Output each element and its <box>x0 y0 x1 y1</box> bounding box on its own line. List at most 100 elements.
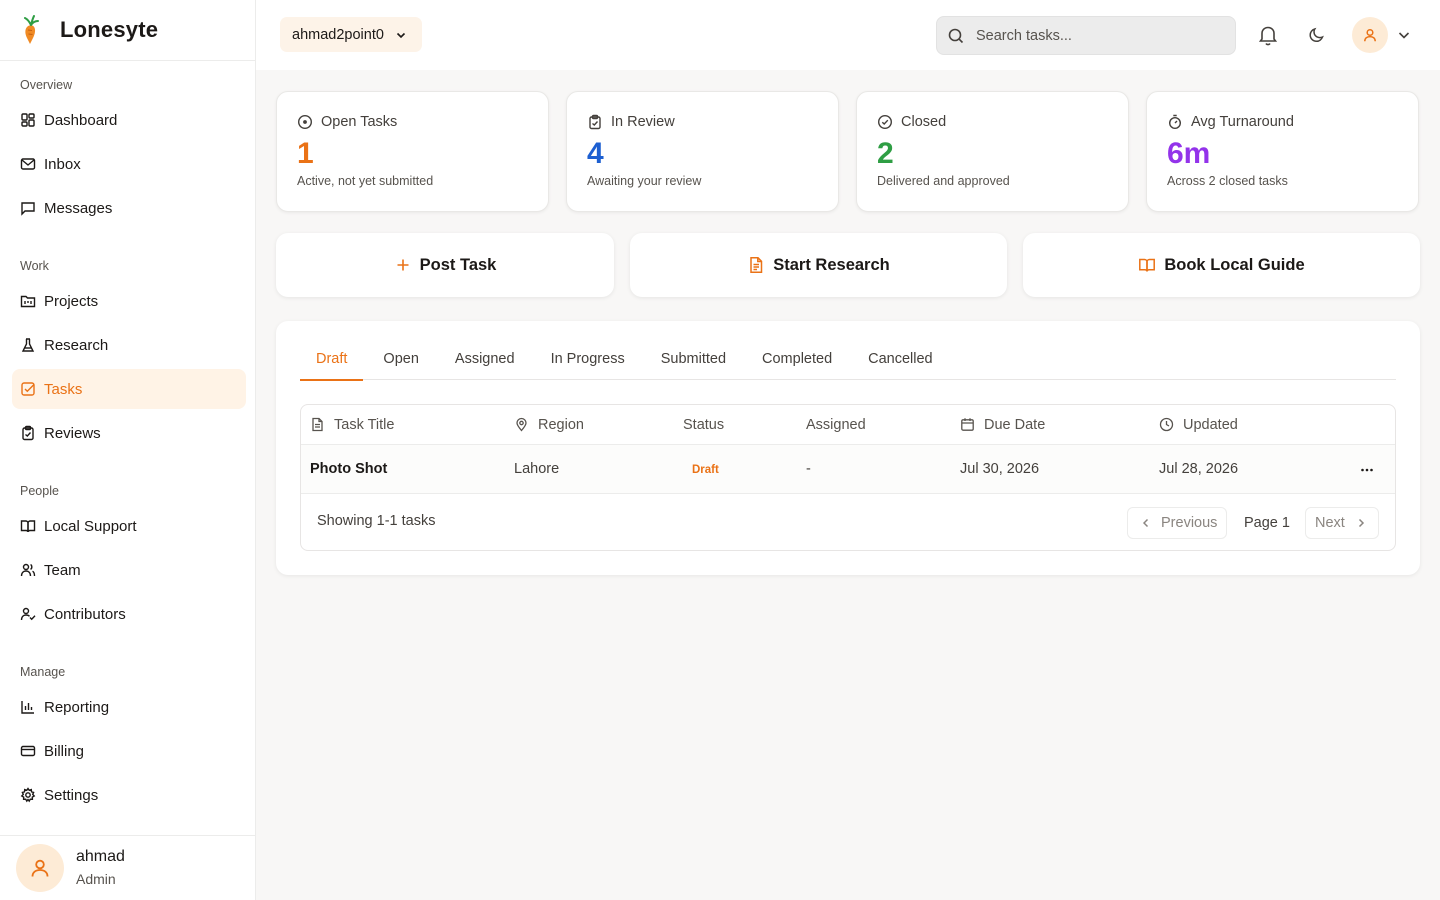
stat-subtext: Awaiting your review <box>587 174 702 188</box>
tab-completed[interactable]: Completed <box>746 337 848 380</box>
stat-card-avg-turnaround[interactable]: Avg Turnaround 6m Across 2 closed tasks <box>1146 91 1419 212</box>
section-title-manage: Manage <box>20 665 66 679</box>
cell-updated: Jul 28, 2026 <box>1159 461 1239 477</box>
sidebar-item-label: Messages <box>44 199 113 217</box>
row-actions-button[interactable] <box>1359 462 1375 478</box>
flask-icon <box>20 337 36 353</box>
sidebar-item-reporting[interactable]: Reporting <box>12 687 246 727</box>
table-row[interactable]: Photo Shot Lahore Draft - Jul 30, 2026 J… <box>301 445 1395 494</box>
sidebar-item-dashboard[interactable]: Dashboard <box>12 100 246 140</box>
sidebar-item-label: Reviews <box>44 424 101 442</box>
sidebar-item-local-support[interactable]: Local Support <box>12 506 246 546</box>
sidebar-item-label: Billing <box>44 742 85 760</box>
sidebar-item-label: Research <box>44 336 109 354</box>
workspace-switcher[interactable]: ahmad2point0 <box>280 17 422 52</box>
brand-name: Lonesyte <box>60 17 159 42</box>
sidebar-user-profile[interactable]: ahmad Admin <box>0 835 255 900</box>
sidebar-item-label: Settings <box>44 786 99 804</box>
clipboard-icon <box>587 114 603 130</box>
stat-card-closed[interactable]: Closed 2 Delivered and approved <box>856 91 1129 212</box>
section-title-work: Work <box>20 259 49 273</box>
user-icon <box>1362 27 1378 43</box>
tab-open[interactable]: Open <box>367 337 434 380</box>
brand[interactable]: Lonesyte <box>0 0 255 61</box>
notifications-button[interactable] <box>1256 23 1280 47</box>
sidebar-item-team[interactable]: Team <box>12 550 246 590</box>
tab-cancelled[interactable]: Cancelled <box>852 337 949 380</box>
bell-icon <box>1256 23 1280 47</box>
column-header-task-title[interactable]: Task Title <box>310 405 394 445</box>
tab-assigned[interactable]: Assigned <box>439 337 531 380</box>
gear-icon <box>20 787 36 803</box>
sidebar-item-projects[interactable]: Projects <box>12 281 246 321</box>
column-header-updated[interactable]: Updated <box>1159 405 1238 445</box>
previous-label: Previous <box>1161 515 1218 531</box>
stat-card-open-tasks[interactable]: Open Tasks 1 Active, not yet submitted <box>276 91 549 212</box>
search-box[interactable] <box>936 16 1236 55</box>
column-header-status[interactable]: Status <box>683 405 724 445</box>
sidebar-item-label: Projects <box>44 292 99 310</box>
sidebar-item-messages[interactable]: Messages <box>12 188 246 228</box>
chevron-down-icon <box>394 28 408 42</box>
book-local-guide-button[interactable]: Book Local Guide <box>1023 233 1420 297</box>
column-header-region[interactable]: Region <box>514 405 584 445</box>
chevron-right-icon <box>1354 516 1368 530</box>
cell-region: Lahore <box>514 461 560 477</box>
sidebar-item-label: Tasks <box>44 380 83 398</box>
plus-icon <box>394 256 412 274</box>
book-open-icon <box>20 518 36 534</box>
section-title-people: People <box>20 484 59 498</box>
circle-dot-icon <box>297 114 313 130</box>
clock-icon <box>1159 417 1174 432</box>
action-label: Start Research <box>773 255 890 274</box>
timer-icon <box>1167 114 1183 130</box>
user-menu-chevron[interactable] <box>1396 27 1412 43</box>
stat-value: 1 <box>297 137 314 170</box>
credit-card-icon <box>20 743 36 759</box>
page-indicator: Page 1 <box>1244 515 1290 531</box>
column-label: Region <box>538 416 584 433</box>
column-header-assigned[interactable]: Assigned <box>806 405 866 445</box>
clipboard-check-icon <box>20 425 36 441</box>
column-header-due-date[interactable]: Due Date <box>960 405 1045 445</box>
bar-chart-icon <box>20 699 36 715</box>
next-page-button[interactable]: Next <box>1305 507 1379 539</box>
start-research-button[interactable]: Start Research <box>630 233 1007 297</box>
post-task-button[interactable]: Post Task <box>276 233 614 297</box>
showing-count: Showing 1-1 tasks <box>317 513 436 529</box>
cell-assigned: - <box>806 461 811 477</box>
column-label: Assigned <box>806 416 866 433</box>
user-menu-avatar[interactable] <box>1352 17 1388 53</box>
stat-subtext: Active, not yet submitted <box>297 174 434 188</box>
table-header: Task Title Region Status Assigned Due Da… <box>301 405 1395 445</box>
sidebar-item-research[interactable]: Research <box>12 325 246 365</box>
sidebar-item-label: Reporting <box>44 698 110 716</box>
tasks-panel: Draft Open Assigned In Progress Submitte… <box>276 321 1420 575</box>
sidebar-item-settings[interactable]: Settings <box>12 775 246 815</box>
tab-submitted[interactable]: Submitted <box>645 337 742 380</box>
sidebar-item-inbox[interactable]: Inbox <box>12 144 246 184</box>
tab-in-progress[interactable]: In Progress <box>535 337 641 380</box>
sidebar-item-contributors[interactable]: Contributors <box>12 594 246 634</box>
sidebar-item-reviews[interactable]: Reviews <box>12 413 246 453</box>
check-circle-icon <box>877 114 893 130</box>
sidebar-item-label: Dashboard <box>44 111 118 129</box>
stat-card-in-review[interactable]: In Review 4 Awaiting your review <box>566 91 839 212</box>
next-label: Next <box>1315 515 1345 531</box>
cell-due-date: Jul 30, 2026 <box>960 461 1040 477</box>
theme-toggle-button[interactable] <box>1308 26 1326 44</box>
file-icon <box>310 417 325 432</box>
search-input[interactable] <box>976 27 1216 44</box>
column-label: Due Date <box>984 416 1046 433</box>
stat-subtext: Across 2 closed tasks <box>1167 174 1288 188</box>
moon-icon <box>1308 26 1326 44</box>
sidebar-item-tasks[interactable]: Tasks <box>12 369 246 409</box>
sidebar-item-billing[interactable]: Billing <box>12 731 246 771</box>
sidebar: Lonesyte Overview Dashboard Inbox Messag… <box>0 0 256 900</box>
tab-draft[interactable]: Draft <box>300 337 364 381</box>
stat-label: Open Tasks <box>321 114 398 130</box>
map-pin-icon <box>514 417 529 432</box>
folder-kanban-icon <box>20 293 36 309</box>
previous-page-button[interactable]: Previous <box>1127 507 1228 539</box>
sidebar-nav: Overview Dashboard Inbox Messages Work P… <box>0 75 255 815</box>
